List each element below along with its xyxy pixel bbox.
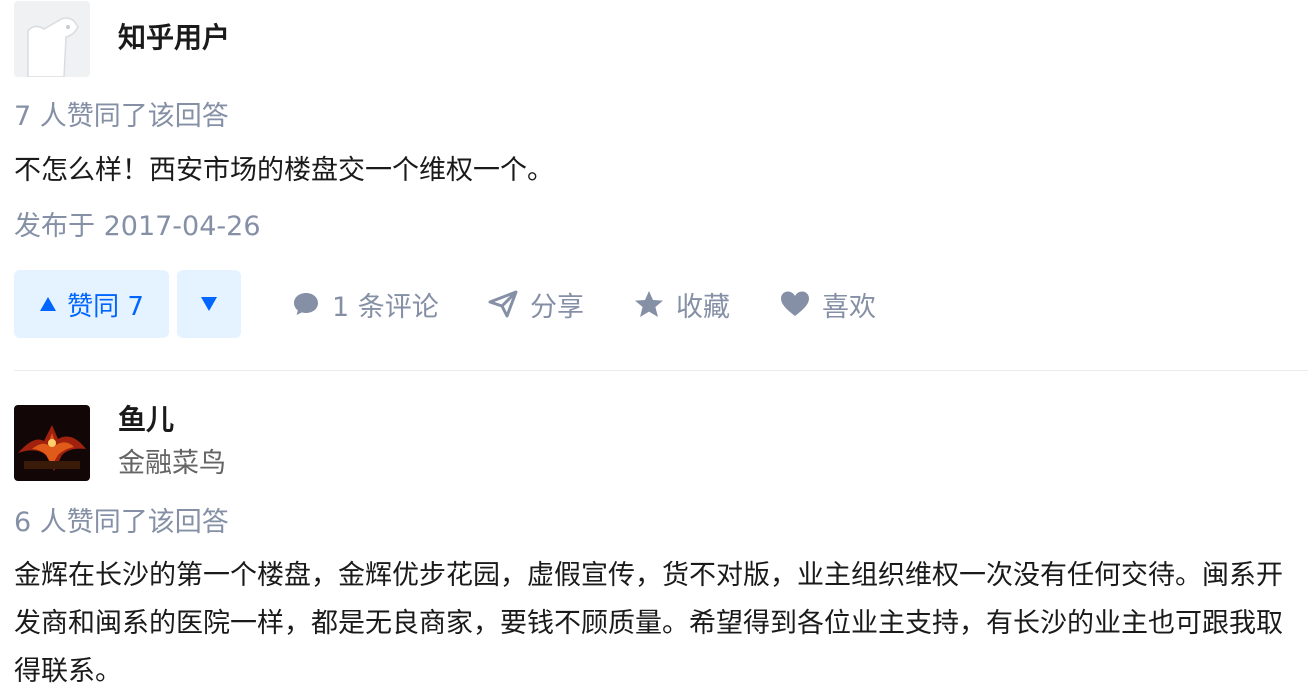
answer-content: 金辉在长沙的第一个楼盘，金辉优步花园，虚假宣传，货不对版，业主组织维权一次没有任… [14,560,1283,687]
avatar[interactable] [14,405,90,481]
publish-time[interactable]: 发布于 2017-04-26 [14,208,261,246]
heart-icon [781,291,809,316]
comment-button[interactable]: 1 条评论 [292,270,439,338]
triangle-down-icon [201,297,217,311]
author-name[interactable]: 鱼儿 [118,402,174,438]
paper-plane-icon [488,290,518,318]
vote-up-label: 赞同 7 [67,291,144,322]
collect-button[interactable]: 收藏 [634,270,730,338]
collect-label: 收藏 [676,291,730,323]
triangle-up-icon [40,297,57,311]
author-name[interactable]: 知乎用户 [118,20,230,56]
share-button[interactable]: 分享 [488,270,584,338]
comment-bubble-icon [294,293,318,315]
vote-up-button[interactable]: 赞同 7 [14,270,169,338]
answer-divider [14,370,1308,371]
vote-down-button[interactable] [177,270,241,338]
share-label: 分享 [530,291,584,323]
vote-count-meta: 7 人赞同了该回答 [14,101,229,132]
like-label: 喜欢 [822,291,876,323]
avatar[interactable] [14,1,90,77]
star-icon [635,291,663,317]
vote-count-meta: 6 人赞同了该回答 [14,507,229,538]
author-headline: 金融菜鸟 [118,448,226,479]
comment-label: 1 条评论 [332,291,439,323]
like-button[interactable]: 喜欢 [780,270,876,338]
default-avatar-icon [14,1,90,77]
answer-content: 不怎么样！西安市场的楼盘交一个维权一个。 [14,155,554,186]
user-avatar-image-icon [14,405,90,481]
answer-actions: 赞同 7 1 条评论 分享 收藏 喜欢 [14,270,1308,338]
